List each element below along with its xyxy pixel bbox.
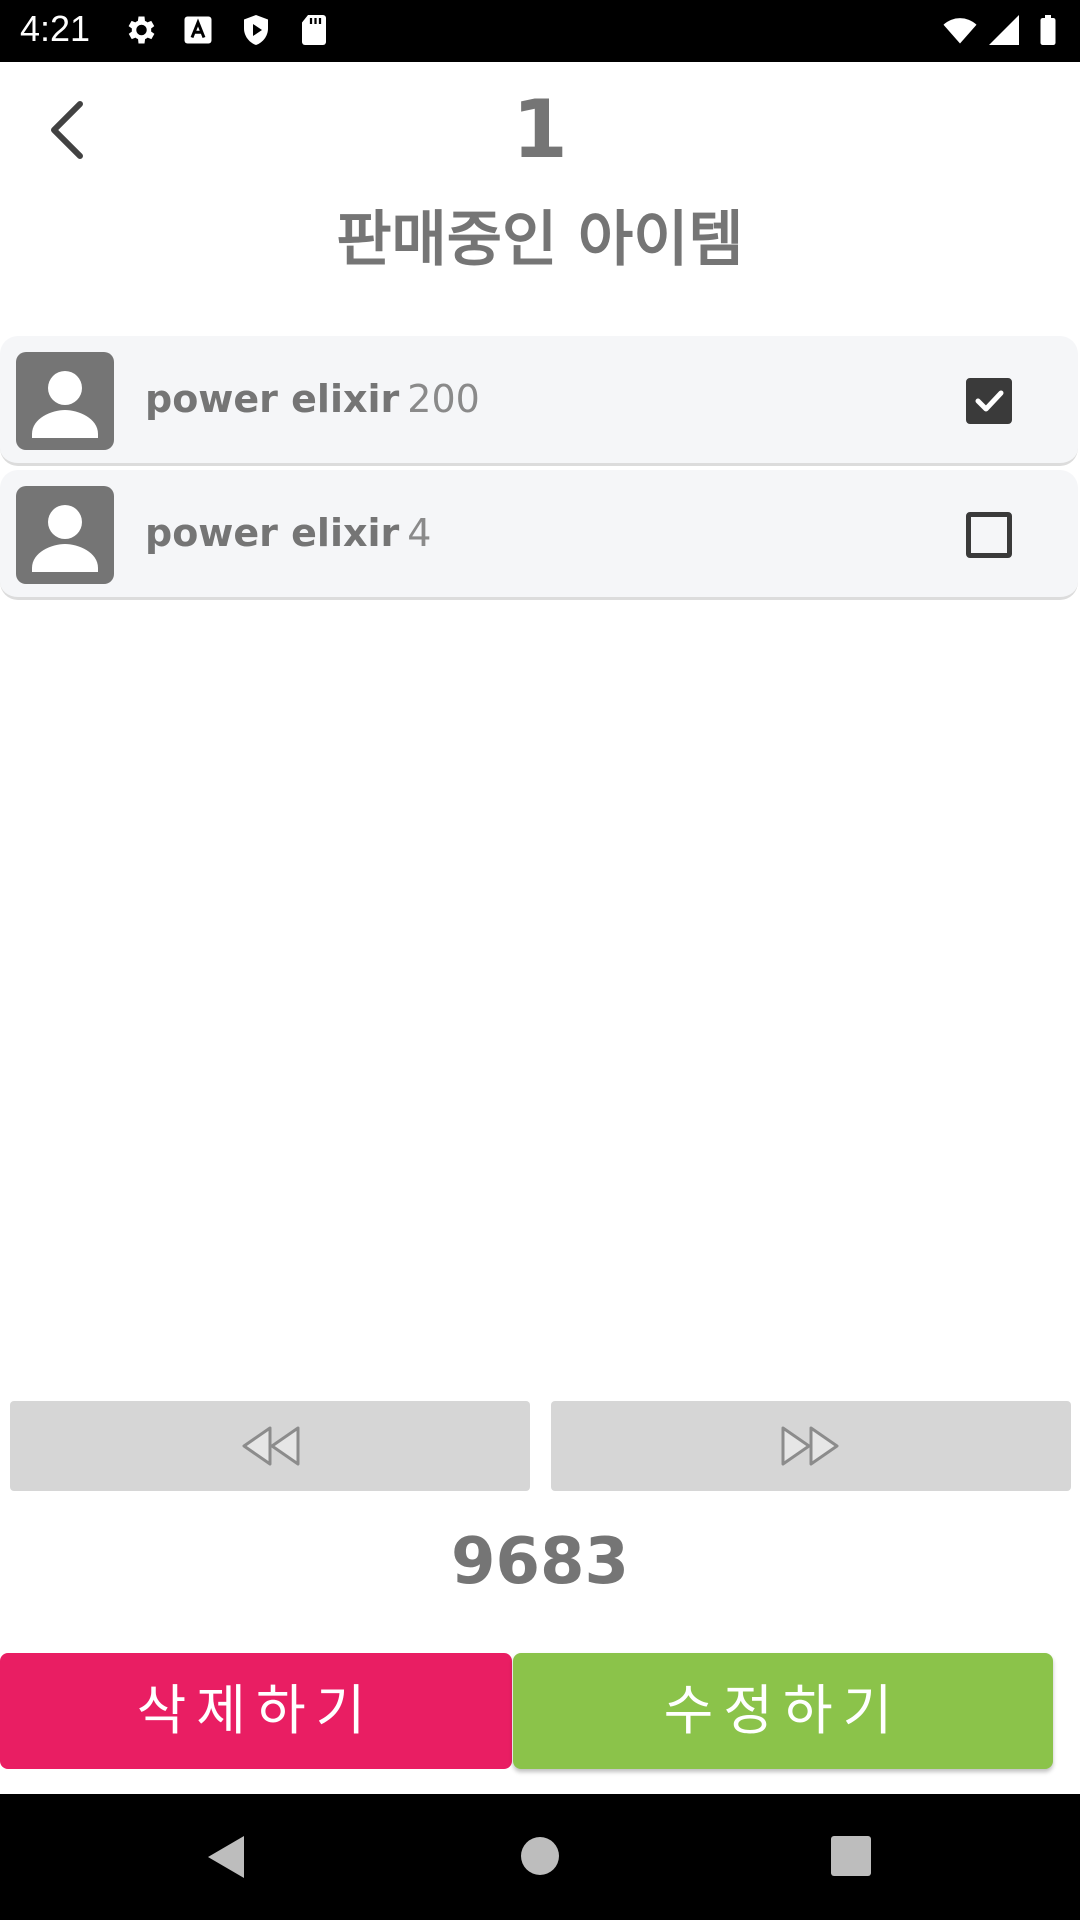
item-label: power elixir 200 bbox=[145, 374, 480, 424]
item-list: power elixir 200 power elixir 4 bbox=[0, 336, 1080, 604]
checkmark-icon bbox=[975, 390, 1004, 412]
text-a-icon bbox=[184, 16, 212, 44]
item-checkbox[interactable] bbox=[966, 512, 1012, 558]
item-checkbox[interactable] bbox=[966, 378, 1012, 424]
page-title: 판매중인 아이템 bbox=[336, 205, 744, 275]
rewind-icon bbox=[242, 1426, 300, 1466]
item-name: power elixir bbox=[145, 511, 400, 555]
list-item[interactable]: power elixir 200 bbox=[0, 336, 1078, 466]
battery-icon bbox=[1040, 15, 1056, 45]
sd-card-icon bbox=[302, 15, 326, 45]
home-circle-icon[interactable] bbox=[520, 1836, 560, 1876]
item-label: power elixir 4 bbox=[145, 508, 431, 558]
item-quantity: 200 bbox=[407, 377, 480, 421]
page-number: 1 bbox=[512, 83, 568, 176]
item-name: power elixir bbox=[145, 377, 400, 421]
wifi-icon bbox=[943, 18, 977, 44]
navigation-bar bbox=[0, 1794, 1080, 1920]
recents-square-icon[interactable] bbox=[831, 1836, 871, 1876]
next-page-button[interactable] bbox=[551, 1401, 1071, 1491]
signal-icon bbox=[989, 15, 1019, 45]
person-icon bbox=[16, 486, 114, 584]
back-triangle-icon[interactable] bbox=[204, 1834, 246, 1880]
total-value: 9683 bbox=[450, 1525, 630, 1599]
gear-icon bbox=[128, 16, 155, 44]
previous-page-button[interactable] bbox=[10, 1401, 530, 1491]
edit-button[interactable]: 수정하기 bbox=[513, 1653, 1053, 1769]
fast-forward-icon bbox=[781, 1426, 839, 1466]
status-time: 4:21 bbox=[20, 8, 91, 49]
status-bar: 4:21 bbox=[0, 0, 1080, 62]
delete-button[interactable]: 삭제하기 bbox=[0, 1653, 512, 1769]
person-icon bbox=[16, 352, 114, 450]
list-item[interactable]: power elixir 4 bbox=[0, 470, 1078, 600]
shield-play-icon bbox=[244, 15, 268, 45]
item-quantity: 4 bbox=[407, 511, 432, 555]
